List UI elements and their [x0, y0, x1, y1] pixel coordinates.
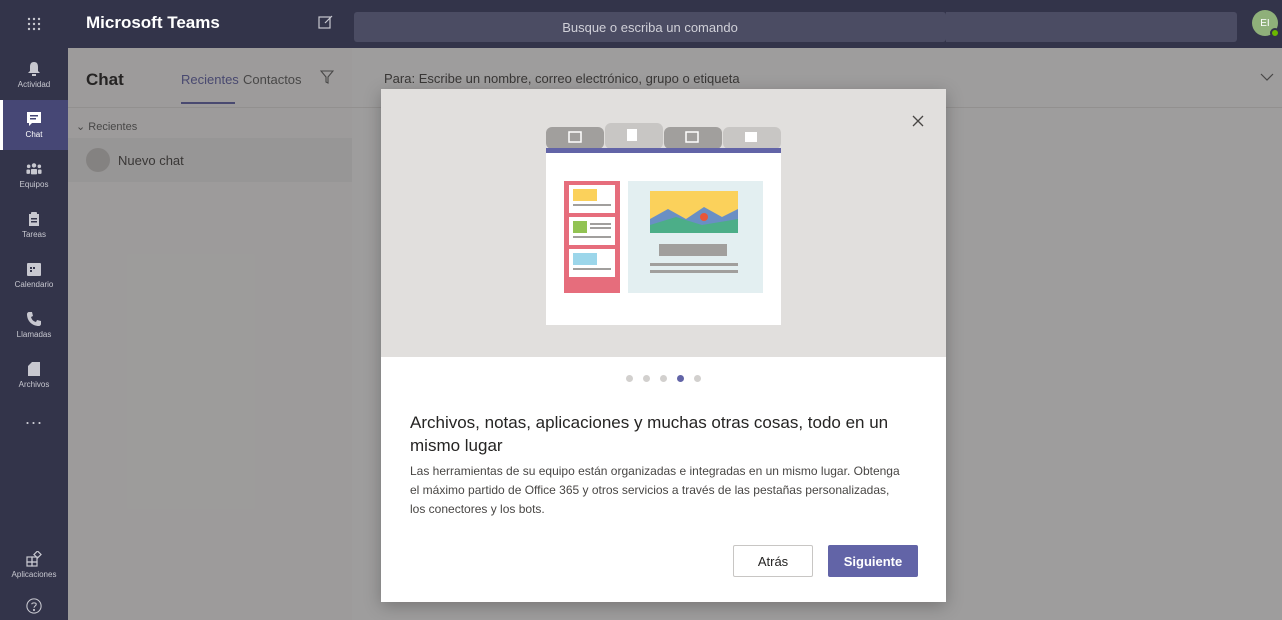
bell-icon	[26, 61, 42, 77]
tabs-illustration	[546, 123, 781, 325]
back-button[interactable]: Atrás	[733, 545, 813, 577]
page-dot[interactable]	[694, 375, 701, 382]
rail-item-label: Actividad	[17, 80, 51, 89]
page-dot[interactable]	[643, 375, 650, 382]
rail-item-help[interactable]	[0, 582, 68, 620]
rail-item-tasks[interactable]: Tareas	[0, 200, 68, 250]
dialog-title: Archivos, notas, aplicaciones y muchas o…	[410, 413, 889, 455]
chat-icon	[26, 111, 42, 127]
rail-item-label: Chat	[25, 130, 43, 139]
avatar-initials: EI	[1260, 17, 1270, 29]
app-title: Microsoft Teams	[86, 13, 220, 32]
page-dot[interactable]	[626, 375, 633, 382]
rail-item-label: Calendario	[14, 280, 54, 289]
onboarding-dialog: Archivos, notas, aplicaciones y muchas o…	[381, 89, 946, 602]
more-apps-icon[interactable]: ...	[0, 408, 68, 429]
rail-item-label: Aplicaciones	[11, 570, 57, 579]
rail-item-calls[interactable]: Llamadas	[0, 300, 68, 350]
rail-item-label: Archivos	[18, 380, 50, 389]
avatar[interactable]: EI	[1252, 10, 1280, 38]
rail-item-teams[interactable]: Equipos	[0, 150, 68, 200]
phone-icon	[26, 311, 42, 327]
page-indicator	[381, 375, 946, 382]
rail-item-label: Tareas	[21, 230, 46, 239]
title-bar: Microsoft Teams Busque o escriba un coma…	[0, 0, 1282, 48]
page-dot[interactable]	[660, 375, 667, 382]
rail-item-label: Llamadas	[16, 330, 52, 339]
next-button[interactable]: Siguiente	[828, 545, 918, 577]
teams-icon	[26, 161, 42, 177]
presence-status-icon	[1270, 28, 1280, 38]
apps-store-icon	[26, 551, 42, 567]
rail-item-activity[interactable]: Actividad	[0, 50, 68, 100]
app-rail: Actividad Chat Equipos Tareas Calendario…	[0, 48, 68, 620]
new-chat-icon[interactable]	[318, 14, 336, 32]
page-dot-active[interactable]	[677, 375, 684, 382]
dialog-body: Las herramientas de su equipo están orga…	[410, 464, 900, 516]
search-input[interactable]: Busque o escriba un comando	[354, 12, 946, 42]
dialog-hero	[381, 89, 946, 357]
rail-item-label: Equipos	[19, 180, 49, 189]
rail-item-chat[interactable]: Chat	[0, 100, 68, 150]
files-icon	[26, 361, 42, 377]
tasks-icon	[26, 211, 42, 227]
search-input-extension[interactable]	[946, 12, 1237, 42]
rail-item-calendar[interactable]: Calendario	[0, 250, 68, 300]
calendar-icon	[26, 261, 42, 277]
rail-item-files[interactable]: Archivos	[0, 350, 68, 400]
help-icon	[26, 597, 42, 614]
app-launcher-icon[interactable]	[0, 0, 68, 48]
close-icon[interactable]	[911, 114, 925, 128]
